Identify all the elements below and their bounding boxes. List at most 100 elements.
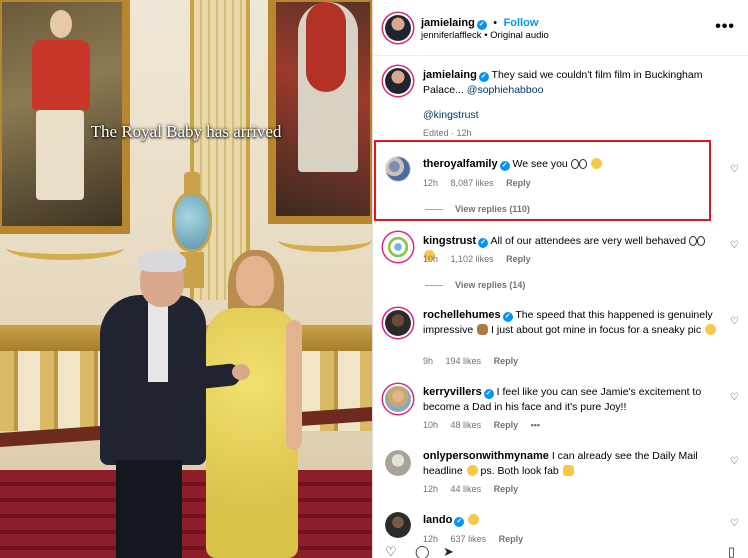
like-heart-icon[interactable]: ♡ (730, 518, 739, 529)
man-legs (116, 460, 182, 558)
share-icon[interactable]: ➤ (443, 544, 454, 558)
header-subline: jenniferlaffleck • Original audio (421, 30, 549, 41)
verified-icon: ✓ (478, 238, 489, 248)
comment-item: theroyalfamily ✓ We see you 12h 8,087 lik… (373, 148, 748, 222)
painting-figure-coat (32, 40, 90, 110)
comment-icon[interactable]: ◯ (415, 544, 430, 558)
comment-username[interactable]: kerryvillers (423, 386, 482, 398)
reply-button[interactable]: Reply (494, 484, 519, 494)
eyes-emoji-icon (578, 159, 587, 169)
more-options-icon[interactable]: ••• (715, 18, 735, 36)
verified-icon: ✓ (454, 517, 465, 527)
comment-likes[interactable]: 44 likes (451, 484, 482, 494)
reply-button[interactable]: Reply (499, 534, 524, 544)
painting-left (0, 0, 130, 234)
comment-item: lando ✓ 12h 637 likes Reply ♡ (373, 506, 748, 546)
caption-avatar[interactable] (385, 68, 411, 94)
comment-username[interactable]: rochellehumes (423, 309, 501, 321)
like-heart-icon[interactable]: ♡ (730, 164, 739, 175)
reply-button[interactable]: Reply (506, 254, 531, 264)
comment-text: rochellehumes ✓ The speed that this happe… (423, 308, 719, 338)
post-header: jamielaing ✓ • Follow jenniferlaffleck • … (373, 0, 748, 56)
smile-emoji-icon (590, 158, 602, 169)
comment-body: We see you (512, 158, 568, 170)
comment-username[interactable]: kingstrust (423, 235, 476, 247)
comment-time: 12h (423, 484, 439, 494)
painting-right (268, 0, 372, 224)
comment-more-options-icon[interactable]: ••• (531, 420, 540, 430)
comments-panel: jamielaing ✓ • Follow jenniferlaffleck • … (372, 0, 748, 558)
caption-mention-row: @kingstrust (423, 108, 719, 123)
comment-text: onlypersonwithmyname I can already see t… (423, 449, 719, 479)
author-avatar[interactable] (385, 15, 411, 41)
comment-meta: 12h 637 likes Reply (423, 534, 533, 544)
commenter-avatar[interactable] (385, 234, 411, 260)
verified-icon: ✓ (499, 161, 510, 171)
comment-meta: 9h 194 likes Reply (423, 356, 528, 366)
verified-icon: ✓ (476, 20, 487, 30)
comment-time: 9h (423, 356, 434, 366)
like-heart-icon[interactable]: ♡ (730, 316, 739, 327)
comment-body-continued: ps. Both look fab (480, 465, 559, 477)
gold-garland (6, 236, 124, 260)
view-replies-button[interactable]: View replies (14) (425, 280, 525, 290)
red-carpet-stairs (0, 470, 372, 558)
verified-icon: ✓ (478, 72, 489, 82)
mention-link[interactable]: @kingstrust (423, 109, 479, 121)
follow-button[interactable]: Follow (504, 17, 539, 29)
like-heart-icon[interactable]: ♡ (730, 392, 739, 403)
comment-username[interactable]: onlypersonwithmyname (423, 450, 549, 462)
post-caption: jamielaing ✓ They said we couldn't film f… (373, 62, 748, 140)
post-video[interactable]: The Royal Baby has arrived (0, 0, 372, 558)
view-replies-button[interactable]: View replies (110) (425, 204, 530, 214)
eyes-emoji-icon (697, 236, 705, 246)
caption-text: jamielaing ✓ They said we couldn't film f… (423, 68, 719, 98)
painting-right-robe (306, 2, 346, 92)
comment-item: rochellehumes ✓ The speed that this happe… (373, 302, 748, 372)
collab-username[interactable]: jenniferlaffleck (421, 30, 482, 41)
commenter-avatar[interactable] (385, 310, 411, 336)
author-username[interactable]: jamielaing (421, 17, 475, 29)
laugh-emoji-icon (466, 465, 478, 476)
separator-dot: • (493, 17, 498, 29)
comment-meta: 12h 44 likes Reply (423, 484, 528, 494)
man-shirt (148, 302, 168, 382)
caption-username[interactable]: jamielaing (423, 69, 477, 81)
painting-figure-head (50, 10, 72, 38)
comment-body-continued: I just about got mine in focus for a sne… (491, 324, 702, 336)
man-hair (138, 250, 186, 272)
header-title-row: jamielaing ✓ • Follow (421, 13, 538, 31)
commenter-avatar[interactable] (385, 386, 411, 412)
comment-likes[interactable]: 8,087 likes (451, 178, 494, 188)
comment-meta: 12h 8,087 likes Reply (423, 178, 541, 188)
comment-text: kerryvillers ✓ I feel like you can see Ja… (423, 385, 719, 415)
comment-time: 12h (423, 534, 439, 544)
comment-likes[interactable]: 48 likes (451, 420, 482, 430)
woman-head (236, 256, 274, 306)
save-icon[interactable]: ▯ (728, 544, 735, 558)
verified-icon: ✓ (483, 389, 494, 399)
laugh-emoji-icon (468, 514, 480, 525)
reply-button[interactable]: Reply (506, 178, 531, 188)
comment-time: 10h (423, 420, 439, 430)
commenter-avatar[interactable] (385, 512, 411, 538)
comment-likes[interactable]: 194 likes (446, 356, 482, 366)
like-post-icon[interactable]: ♡ (385, 544, 397, 558)
commenter-avatar[interactable] (385, 156, 411, 182)
commenter-avatar[interactable] (385, 450, 411, 476)
comment-text: theroyalfamily ✓ We see you (423, 157, 719, 172)
reply-button[interactable]: Reply (494, 356, 519, 366)
comment-username[interactable]: lando (423, 514, 452, 526)
like-heart-icon[interactable]: ♡ (730, 456, 739, 467)
eyes-emoji-icon (689, 236, 697, 246)
comment-likes[interactable]: 1,102 likes (451, 254, 494, 264)
comment-item: onlypersonwithmyname I can already see t… (373, 442, 748, 500)
comment-likes[interactable]: 637 likes (451, 534, 487, 544)
reply-button[interactable]: Reply (494, 420, 519, 430)
like-heart-icon[interactable]: ♡ (730, 240, 739, 251)
comment-item: kingstrust ✓ All of our attendees are ver… (373, 226, 748, 296)
comment-username[interactable]: theroyalfamily (423, 158, 498, 170)
verified-icon: ✓ (502, 312, 513, 322)
mention-link[interactable]: @sophiehabboo (467, 84, 544, 96)
audio-label[interactable]: Original audio (490, 30, 549, 41)
